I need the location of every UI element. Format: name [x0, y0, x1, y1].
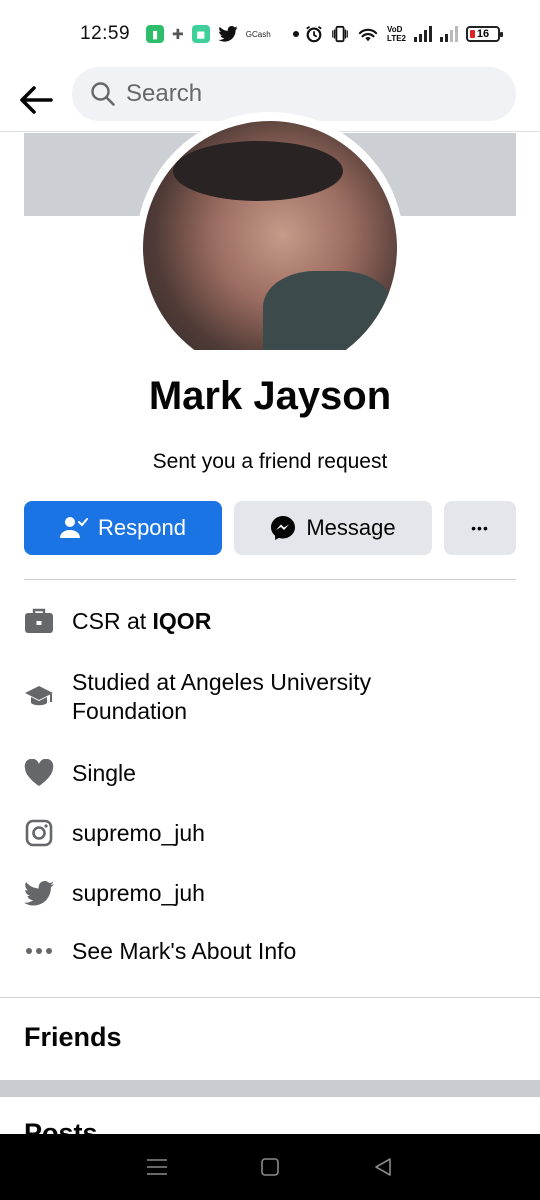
app-icon: ◼ — [191, 25, 210, 43]
battery-level: 16 — [476, 28, 490, 40]
divider — [24, 579, 516, 580]
messenger-icon — [271, 516, 296, 540]
friends-section-title: Friends — [24, 1022, 122, 1052]
back-button[interactable] — [0, 68, 72, 132]
twitter-status-icon — [218, 26, 238, 42]
friend-request-status: Sent you a friend request — [152, 450, 388, 473]
gcash-label: GCash — [245, 29, 271, 39]
profile-actions: Respond Message ••• — [24, 501, 516, 555]
briefcase-icon — [24, 606, 54, 636]
twitter-icon — [24, 878, 54, 908]
respond-label: Respond — [97, 515, 187, 540]
recent-apps-button[interactable] — [137, 1147, 177, 1187]
info-twitter[interactable]: supremo_juh — [24, 878, 516, 908]
home-button[interactable] — [250, 1147, 290, 1187]
message-button[interactable]: Message — [234, 501, 432, 555]
square-icon — [261, 1158, 279, 1176]
status-bar: 12:59 ▮ ✚ ◼ GCash VoD LTE2 16 — [0, 0, 540, 68]
info-instagram[interactable]: supremo_juh — [24, 818, 516, 848]
vibrate-icon — [332, 25, 348, 43]
battery-icon: 16 — [466, 26, 503, 42]
info-work: CSR at IQOR — [24, 606, 516, 636]
volte-indicator: VoD LTE2 — [387, 25, 406, 43]
volte-bottom-label: LTE2 — [387, 34, 406, 43]
respond-button[interactable]: Respond — [24, 501, 222, 555]
volte-top-label: VoD — [387, 25, 403, 34]
status-time: 12:59 — [80, 23, 131, 44]
system-icons: VoD LTE2 16 — [305, 25, 503, 43]
heart-icon — [24, 758, 54, 788]
see-about-info-link[interactable]: See Mark's About Info — [72, 938, 296, 965]
instagram-handle[interactable]: supremo_juh — [72, 820, 205, 847]
instagram-icon — [24, 818, 54, 848]
work-place[interactable]: IQOR — [153, 608, 212, 634]
more-options-button[interactable]: ••• — [444, 501, 516, 555]
more-options-icon: ••• — [471, 520, 489, 536]
back-nav-button[interactable] — [363, 1147, 403, 1187]
arrow-left-icon — [20, 85, 53, 114]
profile-picture[interactable] — [136, 112, 404, 350]
more-notifications-dot — [292, 31, 299, 37]
person-check-icon — [59, 517, 88, 538]
more-dots-icon — [24, 936, 54, 966]
work-prefix: CSR at — [72, 607, 153, 634]
search-icon — [91, 82, 115, 106]
triangle-back-icon — [375, 1158, 392, 1176]
info-about-link[interactable]: See Mark's About Info — [24, 936, 516, 966]
info-relationship: Single — [24, 758, 516, 788]
system-nav-bar — [0, 1134, 540, 1200]
section-separator — [0, 1080, 540, 1097]
signal-strength-2-icon — [440, 26, 458, 42]
signal-strength-1-icon — [414, 26, 432, 42]
search-input[interactable] — [126, 80, 486, 108]
profile-name: Mark Jayson — [148, 374, 392, 418]
education-text[interactable]: Studied at Angeles University Foundation — [72, 668, 432, 726]
wifi-icon — [358, 28, 378, 42]
message-label: Message — [306, 515, 396, 540]
info-education: Studied at Angeles University Foundation — [24, 668, 516, 726]
graduation-cap-icon — [24, 682, 54, 712]
section-divider — [0, 997, 540, 998]
battery-saver-icon: ▮ — [146, 25, 165, 43]
alarm-icon — [306, 26, 322, 43]
notification-icons: ▮ ✚ ◼ GCash — [146, 25, 299, 43]
game-icon: ✚ — [172, 25, 184, 42]
menu-icon — [146, 1159, 167, 1175]
relationship-text: Single — [72, 759, 136, 786]
work-text: CSR at IQOR — [72, 608, 211, 635]
twitter-handle[interactable]: supremo_juh — [72, 880, 205, 907]
